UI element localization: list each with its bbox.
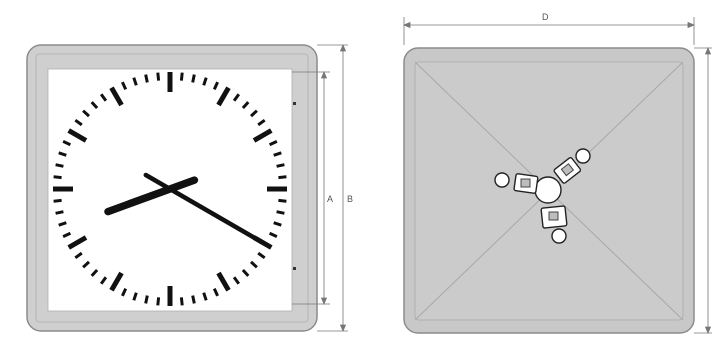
minute-marker [144,295,149,304]
dimension-b [317,43,348,333]
minute-marker [144,74,149,83]
depth-dimension [694,46,712,335]
dimension-d [402,17,696,45]
minute-marker [179,297,184,306]
technical-diagram: A B D [26,12,712,335]
dimension-label-d: D [542,12,549,22]
minute-marker [179,72,184,81]
front-view: A B [26,43,353,333]
minute-marker [55,163,64,168]
minute-marker [276,210,285,215]
minute-marker [156,297,161,306]
back-view: D [402,12,712,335]
minute-marker [191,295,196,304]
minute-marker [55,210,64,215]
minute-marker [53,175,62,180]
bracket-hub [534,176,562,204]
minute-marker [53,198,62,203]
minute-marker [156,72,161,81]
minute-marker [191,74,196,83]
minute-marker [276,163,285,168]
minute-marker [278,198,287,203]
dimension-label-b: B [347,194,353,204]
minute-marker [278,175,287,180]
dimension-label-a: A [327,194,333,204]
clock-drawing: A B D [0,0,714,338]
